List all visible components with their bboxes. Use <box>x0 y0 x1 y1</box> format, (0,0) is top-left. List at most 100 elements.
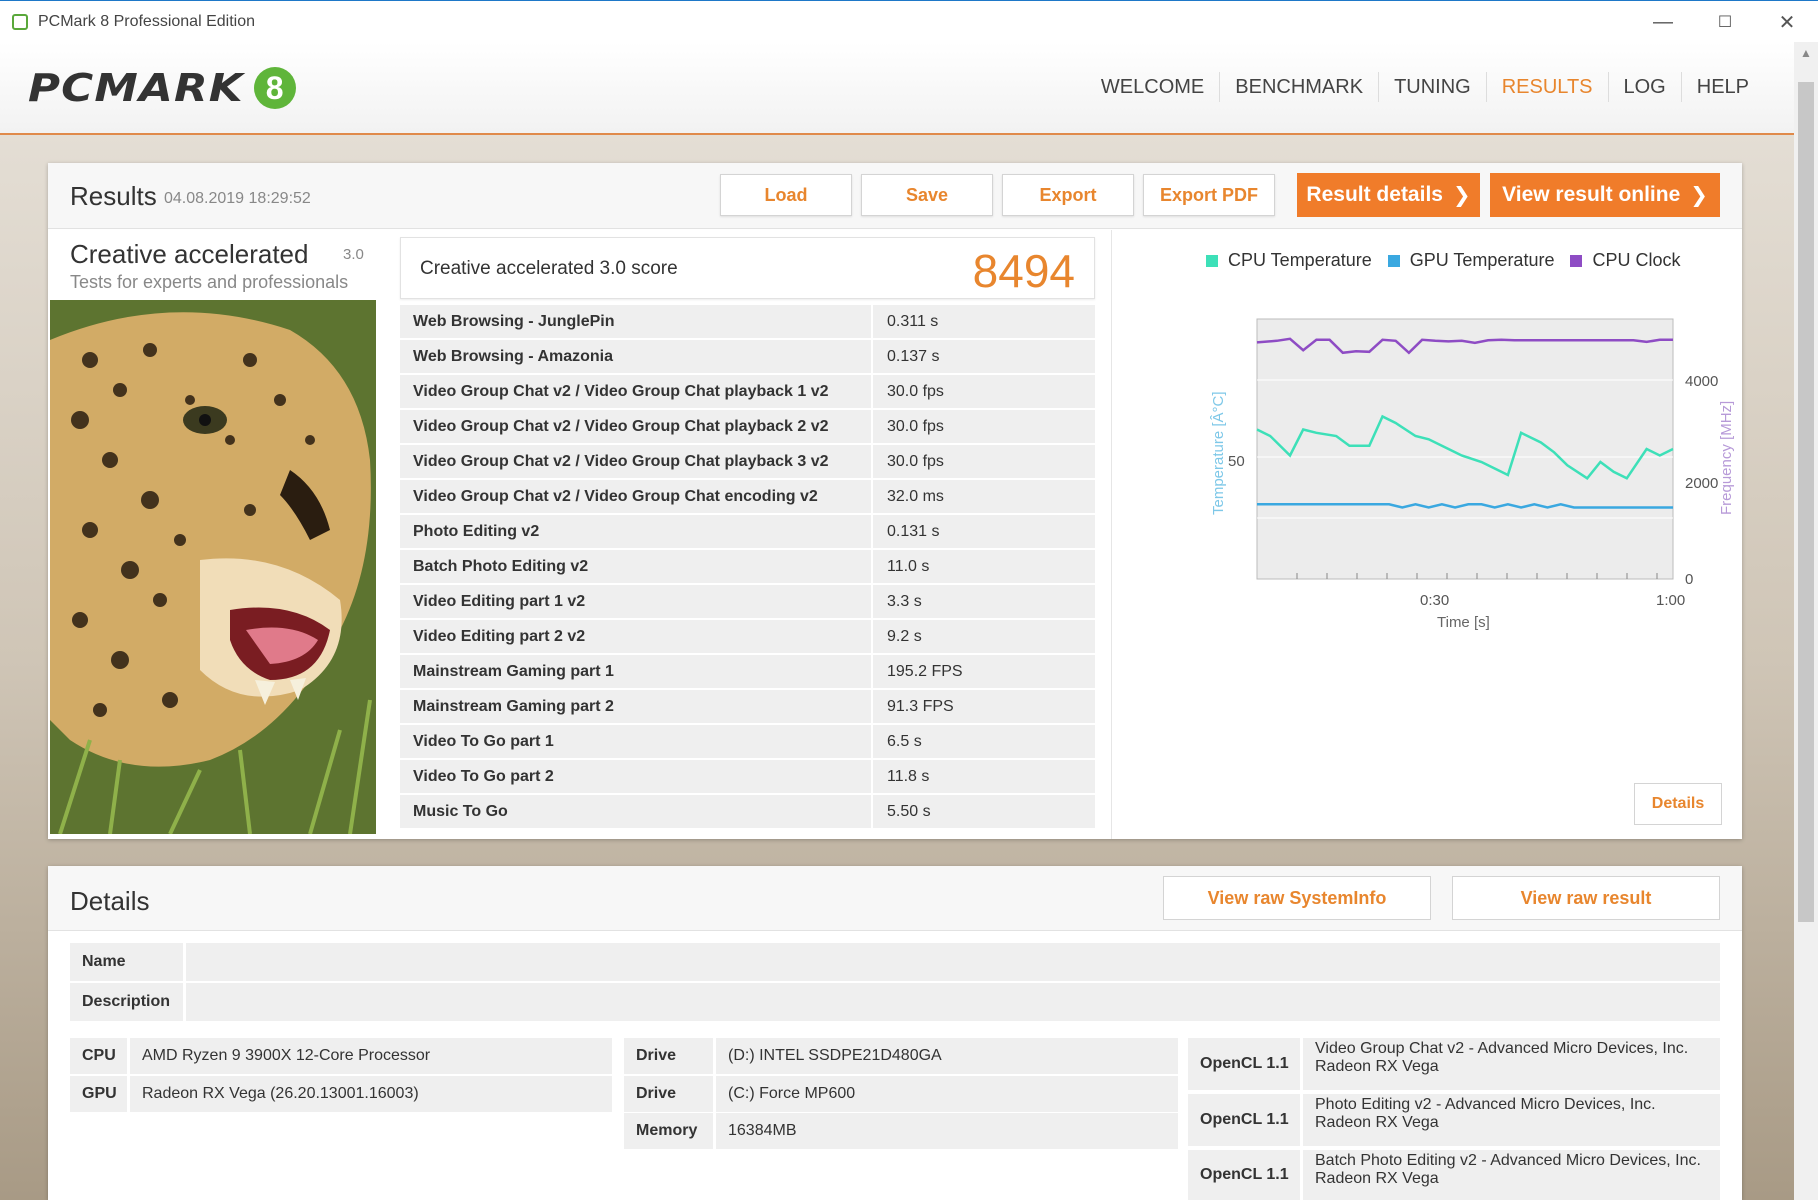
legend-item-gpu-temperature: GPU Temperature <box>1387 250 1554 271</box>
test-value: 0.311 s <box>873 305 1095 340</box>
monitoring-chart: CPU Temperature GPU Temperature CPU Cloc… <box>1120 230 1742 839</box>
table-row: Mainstream Gaming part 2 91.3 FPS <box>400 690 1095 725</box>
opencl-line2: Radeon RX Vega <box>1315 1170 1439 1187</box>
nav-benchmark[interactable]: BENCHMARK <box>1219 72 1378 102</box>
y-right-tick-label: 2000 <box>1685 475 1718 492</box>
chevron-right-icon: ❯ <box>1452 183 1471 207</box>
details-header: Details View raw SystemInfo View raw res… <box>48 866 1742 931</box>
test-value: 195.2 FPS <box>873 655 1095 690</box>
table-row: Web Browsing - JunglePin 0.311 s <box>400 305 1095 340</box>
save-button[interactable]: Save <box>861 174 993 216</box>
opencl-line2: Radeon RX Vega <box>1315 1114 1439 1131</box>
opencl-line2: Radeon RX Vega <box>1315 1058 1439 1075</box>
main-nav: WELCOME BENCHMARK TUNING RESULTS LOG HEL… <box>1086 72 1764 102</box>
name-row: Name <box>70 943 1720 981</box>
legend-label: CPU Clock <box>1592 250 1681 270</box>
legend-item-cpu-temperature: CPU Temperature <box>1206 250 1372 271</box>
table-row: Video Group Chat v2 / Video Group Chat p… <box>400 375 1095 410</box>
test-name: Video Group Chat v2 / Video Group Chat p… <box>400 410 873 445</box>
leopard-image <box>50 300 376 834</box>
memory-value: 16384MB <box>716 1113 1178 1149</box>
details-title: Details <box>70 886 150 916</box>
result-details-button[interactable]: Result details ❯ <box>1297 173 1480 217</box>
name-value <box>186 943 1720 981</box>
view-raw-systeminfo-button[interactable]: View raw SystemInfo <box>1163 876 1431 920</box>
results-title: Results <box>70 181 157 211</box>
description-label: Description <box>70 983 186 1021</box>
load-button[interactable]: Load <box>720 174 852 216</box>
test-name: Mainstream Gaming part 2 <box>400 690 873 725</box>
test-name: Video Editing part 2 v2 <box>400 620 873 655</box>
table-row: Video To Go part 1 6.5 s <box>400 725 1095 760</box>
scroll-up-arrow-icon[interactable]: ▲ <box>1800 46 1812 60</box>
x-tick-label: 1:00 <box>1656 592 1685 609</box>
chevron-right-icon: ❯ <box>1690 183 1708 207</box>
test-value: 5.50 s <box>873 795 1095 830</box>
opencl-line1: Video Group Chat v2 - Advanced Micro Dev… <box>1315 1040 1689 1057</box>
y-right-tick-label: 4000 <box>1685 373 1718 390</box>
memory-row: Memory 16384MB <box>624 1113 1178 1149</box>
results-table: Web Browsing - JunglePin 0.311 s Web Brow… <box>400 305 1095 830</box>
nav-results[interactable]: RESULTS <box>1485 72 1608 102</box>
test-name: Web Browsing - JunglePin <box>400 305 873 340</box>
y-left-axis-label: Temperature [Â°C] <box>1210 391 1227 515</box>
logo-text: PCMARK <box>28 66 244 110</box>
score-box: Creative accelerated 3.0 score 8494 <box>400 237 1095 299</box>
opencl-row: OpenCL 1.1 Batch Photo Editing v2 - Adva… <box>1188 1150 1720 1200</box>
nav-help[interactable]: HELP <box>1680 72 1764 102</box>
opencl-row: OpenCL 1.1 Photo Editing v2 - Advanced M… <box>1188 1094 1720 1146</box>
logo-eight-badge: 8 <box>253 67 296 109</box>
gpu-label: GPU <box>70 1076 130 1112</box>
cpu-value: AMD Ryzen 9 3900X 12-Core Processor <box>130 1038 612 1074</box>
results-panel: Results 04.08.2019 18:29:52 Load Save Ex… <box>48 163 1742 839</box>
vertical-scrollbar[interactable]: ▲ <box>1794 42 1818 1200</box>
close-button[interactable]: ✕ <box>1756 1 1818 43</box>
nav-log[interactable]: LOG <box>1607 72 1681 102</box>
table-row: Video Group Chat v2 / Video Group Chat p… <box>400 410 1095 445</box>
table-row: Web Browsing - Amazonia 0.137 s <box>400 340 1095 375</box>
table-row: Video Group Chat v2 / Video Group Chat e… <box>400 480 1095 515</box>
gpu-value: Radeon RX Vega (26.20.13001.16003) <box>130 1076 612 1112</box>
test-name: Photo Editing v2 <box>400 515 873 550</box>
table-row: Mainstream Gaming part 1 195.2 FPS <box>400 655 1095 690</box>
window-title: PCMark 8 Professional Edition <box>38 12 255 30</box>
test-value: 30.0 fps <box>873 410 1095 445</box>
pcmark-logo: PCMARK 8 <box>28 66 296 110</box>
chart-svg: 50 4000 2000 0 0:30 1:00 Time [s] Temper… <box>1210 318 1735 631</box>
test-name: Web Browsing - Amazonia <box>400 340 873 375</box>
opencl-row: OpenCL 1.1 Video Group Chat v2 - Advance… <box>1188 1038 1720 1090</box>
drive-value: (D:) INTEL SSDPE21D480GA <box>716 1038 1178 1074</box>
chart-legend: CPU Temperature GPU Temperature CPU Cloc… <box>1206 250 1680 271</box>
nav-welcome[interactable]: WELCOME <box>1086 72 1219 102</box>
preset-card: Creative accelerated 3.0 Tests for exper… <box>48 230 377 839</box>
test-value: 32.0 ms <box>873 480 1095 515</box>
export-button[interactable]: Export <box>1002 174 1134 216</box>
opencl-label: OpenCL 1.1 <box>1188 1150 1303 1200</box>
view-result-online-button[interactable]: View result online ❯ <box>1490 173 1720 217</box>
test-value: 0.137 s <box>873 340 1095 375</box>
description-value <box>186 983 1720 1021</box>
export-pdf-button[interactable]: Export PDF <box>1143 174 1275 216</box>
gpu-row: GPU Radeon RX Vega (26.20.13001.16003) <box>70 1076 612 1112</box>
drive-row: Drive (C:) Force MP600 <box>624 1076 1178 1112</box>
nav-tuning[interactable]: TUNING <box>1378 72 1486 102</box>
legend-swatch <box>1570 255 1583 268</box>
results-header: Results 04.08.2019 18:29:52 Load Save Ex… <box>48 163 1742 229</box>
cpu-label: CPU <box>70 1038 130 1074</box>
opencl-line1: Photo Editing v2 - Advanced Micro Device… <box>1315 1096 1656 1113</box>
chart-details-button[interactable]: Details <box>1634 783 1722 825</box>
minimize-button[interactable]: — <box>1632 1 1694 43</box>
scrollbar-thumb[interactable] <box>1798 82 1814 922</box>
maximize-button[interactable]: ☐ <box>1694 1 1756 43</box>
test-name: Video Group Chat v2 / Video Group Chat p… <box>400 445 873 480</box>
table-row: Video Editing part 1 v2 3.3 s <box>400 585 1095 620</box>
opencl-value: Batch Photo Editing v2 - Advanced Micro … <box>1303 1150 1720 1200</box>
legend-item-cpu-clock: CPU Clock <box>1570 250 1680 271</box>
legend-swatch <box>1387 255 1400 268</box>
test-name: Video Group Chat v2 / Video Group Chat e… <box>400 480 873 515</box>
opencl-line1: Batch Photo Editing v2 - Advanced Micro … <box>1315 1152 1701 1169</box>
table-row: Video To Go part 2 11.8 s <box>400 760 1095 795</box>
view-raw-result-button[interactable]: View raw result <box>1452 876 1720 920</box>
drive-label: Drive <box>624 1076 716 1112</box>
test-value: 3.3 s <box>873 585 1095 620</box>
